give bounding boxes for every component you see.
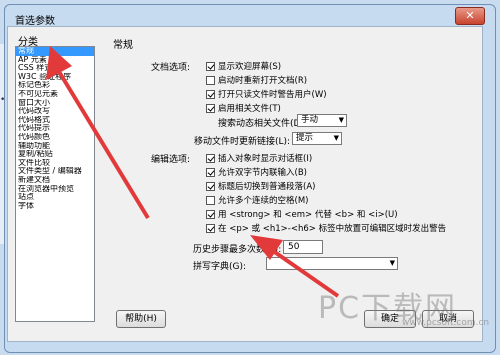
warn-readonly-checkbox[interactable]: 打开只读文件时警告用户(W)	[206, 88, 327, 100]
use-strong-em-checkbox[interactable]: 用 <strong> 和 <em> 代替 <b> 和 <i>(U)	[206, 208, 398, 220]
checkbox-box[interactable]	[206, 153, 215, 163]
category-item-window-sizes[interactable]: 窗口大小	[16, 99, 94, 108]
category-item-code-rewriting[interactable]: 代码改写	[16, 107, 94, 116]
checkbox-label: 启用相关文件(T)	[218, 104, 281, 114]
close-button[interactable]: ✕	[455, 7, 485, 25]
enable-related-files-checkbox[interactable]: 启用相关文件(T)	[206, 102, 281, 114]
search-dynamic-select[interactable]: 手动 ▼	[297, 114, 347, 127]
switch-to-paragraph-checkbox[interactable]: 标题后切换到普通段落(A)	[206, 180, 315, 192]
category-item-code-colors-markup[interactable]: 标记色彩	[16, 81, 94, 90]
search-dynamic-label: 搜索动态相关文件(D):	[218, 119, 307, 129]
checkbox-label: 打开只读文件时警告用户(W)	[218, 90, 327, 100]
checkbox-label: 标题后切换到普通段落(A)	[218, 182, 316, 192]
category-item-code-coloring[interactable]: 代码颜色	[16, 133, 94, 142]
history-steps-input[interactable]: 50	[283, 240, 323, 254]
checkbox-box[interactable]	[206, 209, 215, 219]
category-item-fonts[interactable]: 字体	[16, 202, 94, 211]
show-welcome-checkbox[interactable]: 显示欢迎屏幕(S)	[206, 60, 281, 72]
category-item-file-compare[interactable]: 文件比较	[16, 159, 94, 168]
show-dialog-on-insert-checkbox[interactable]: 插入对象时显示对话框(I)	[206, 152, 312, 164]
category-item-accessibility[interactable]: 辅助功能	[16, 142, 94, 151]
move-file-label: 移动文件时更新链接(L):	[194, 137, 291, 147]
help-button[interactable]: 帮助(H)	[116, 310, 166, 328]
chevron-down-icon: ▼	[338, 116, 344, 124]
category-item-copy-paste[interactable]: 复制/粘贴	[16, 150, 94, 159]
checkbox-label: 插入对象时显示对话框(I)	[218, 154, 313, 164]
category-item-new-document[interactable]: 新建文档	[16, 176, 94, 185]
move-file-select[interactable]: 提示 ▼	[292, 132, 342, 145]
chevron-down-icon: ▼	[389, 259, 395, 267]
category-item-general[interactable]: 常规	[16, 47, 94, 56]
category-item-file-types-editors[interactable]: 文件类型 / 编辑器	[16, 167, 94, 176]
category-item-ap-elements[interactable]: AP 元素	[16, 56, 94, 65]
category-item-css-styles[interactable]: CSS 样式	[16, 64, 94, 73]
checkbox-label: 允许双字节内联输入(B)	[218, 168, 307, 178]
checkbox-box[interactable]	[206, 61, 215, 71]
doc-options-label: 文档选项:	[151, 63, 191, 73]
checkbox-label: 允许多个连续的空格(M)	[218, 196, 309, 206]
select-value: 手动	[301, 115, 319, 125]
category-item-site[interactable]: 站点	[16, 193, 94, 202]
checkbox-label: 显示欢迎屏幕(S)	[218, 62, 282, 72]
edit-options-label: 编辑选项:	[151, 155, 191, 165]
reopen-docs-checkbox[interactable]: 启动时重新打开文档(R)	[206, 74, 307, 86]
warn-editable-region-checkbox[interactable]: 在 <p> 或 <h1>-<h6> 标签中放置可编辑区域时发出警告	[206, 222, 446, 234]
spelling-dictionary-label: 拼写字典(G):	[193, 262, 247, 272]
checkbox-box[interactable]	[206, 75, 215, 85]
history-steps-label: 历史步骤最多次数(X):	[193, 245, 282, 255]
select-value: 提示	[296, 133, 314, 143]
checkbox-box[interactable]	[206, 167, 215, 177]
double-byte-inline-checkbox[interactable]: 允许双字节内联输入(B)	[206, 166, 307, 178]
category-list[interactable]: 常规 AP 元素 CSS 样式 W3C 验证程序 标记色彩 不可见元素 窗口大小…	[15, 46, 95, 322]
checkbox-box[interactable]	[206, 181, 215, 191]
checkbox-box[interactable]	[206, 89, 215, 99]
checkbox-label: 用 <strong> 和 <em> 代替 <b> 和 <i>(U)	[218, 210, 398, 220]
checkbox-box[interactable]	[206, 223, 215, 233]
section-title: 常规	[113, 40, 133, 51]
chevron-down-icon: ▼	[333, 134, 339, 142]
category-item-invisible-elements[interactable]: 不可见元素	[16, 90, 94, 99]
checkbox-label: 在 <p> 或 <h1>-<h6> 标签中放置可编辑区域时发出警告	[218, 224, 447, 234]
category-item-preview-in-browser[interactable]: 在浏览器中预览	[16, 185, 94, 194]
checkbox-box[interactable]	[206, 195, 215, 205]
dialog-title: 首选参数	[15, 16, 55, 27]
category-item-w3c-validator[interactable]: W3C 验证程序	[16, 73, 94, 82]
category-item-code-hints[interactable]: 代码提示	[16, 124, 94, 133]
checkbox-label: 启动时重新打开文档(R)	[218, 76, 308, 86]
watermark-url: www.pcsoft.com.cn	[402, 318, 490, 328]
checkbox-box[interactable]	[206, 103, 215, 113]
multiple-spaces-checkbox[interactable]: 允许多个连续的空格(M)	[206, 194, 308, 206]
category-item-code-format[interactable]: 代码格式	[16, 116, 94, 125]
spelling-dictionary-select[interactable]: ▼	[266, 257, 398, 270]
